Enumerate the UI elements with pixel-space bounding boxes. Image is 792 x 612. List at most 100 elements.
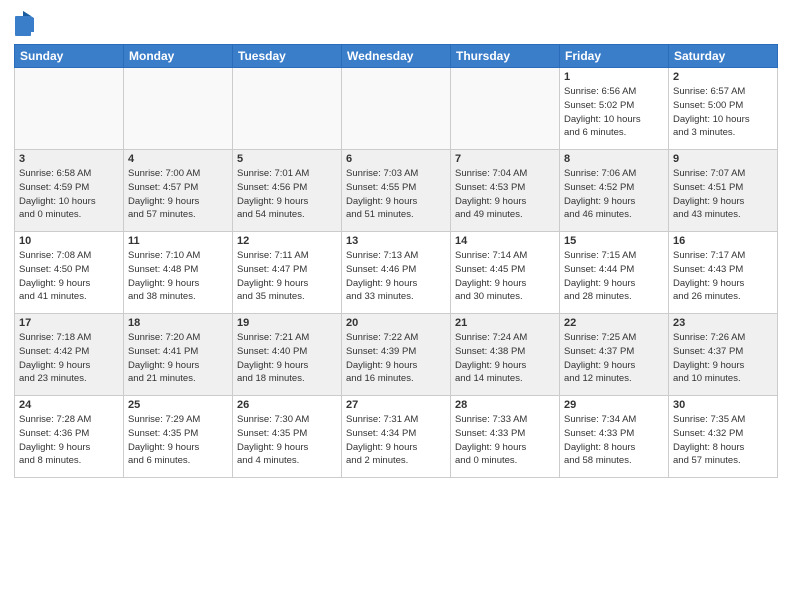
day-info: Sunrise: 7:15 AM Sunset: 4:44 PM Daylight:… [564,249,664,304]
weekday-header-friday: Friday [560,45,669,68]
day-number: 13 [346,235,446,247]
week-row-3: 10Sunrise: 7:08 AMSunset: 4:50 PMDayligh… [15,232,778,314]
day-info-line: Sunset: 4:44 PM [564,264,634,275]
day-info-line: Sunrise: 7:21 AM [237,332,309,343]
calendar-cell: 6Sunrise: 7:03 AMSunset: 4:55 PMDaylight… [342,150,451,232]
day-info-line: Sunrise: 6:57 AM [673,86,745,97]
calendar-cell: 17Sunrise: 7:18 AMSunset: 4:42 PMDayligh… [15,314,124,396]
day-info: Sunrise: 7:25 AMSunset: 4:37 PMDaylight:… [564,331,664,386]
day-info-line: and 23 minutes. [19,373,87,384]
day-info: Sunrise: 7:07 AMSunset: 4:51 PMDaylight:… [673,167,773,222]
day-number: 9 [673,153,773,165]
day-info-line: and 57 minutes. [673,455,741,466]
day-number: 4 [128,153,228,165]
day-info-line: Sunrise: 7:07 AM [673,168,745,179]
day-info: Sunrise: 7:35 AMSunset: 4:32 PMDaylight:… [673,413,773,468]
day-info-line: Daylight: 9 hours [237,278,308,289]
day-info-line: Daylight: 8 hours [673,442,744,453]
day-info: Sunrise: 7:14 AMSunset: 4:45 PMDaylight:… [455,249,555,304]
calendar-cell: 26Sunrise: 7:30 AMSunset: 4:35 PMDayligh… [233,396,342,478]
day-info-line: and 4 minutes. [237,455,299,466]
day-info-line: Sunrise: 7:17 AM [673,250,745,261]
calendar-cell [342,68,451,150]
calendar-cell: 4 Sunrise: 7:00 AM Sunset: 4:57 PM Daylight… [124,150,233,232]
day-info-line: and 46 minutes. [564,209,632,220]
day-info-line: Sunrise: 7:14 AM [455,250,527,261]
day-number: 24 [19,399,119,411]
calendar-cell: 18Sunrise: 7:20 AMSunset: 4:41 PMDayligh… [124,314,233,396]
week-row-1: 1Sunrise: 6:56 AMSunset: 5:02 PMDaylight… [15,68,778,150]
day-info-line: Daylight: 9 hours [455,278,526,289]
day-info-line: and 0 minutes. [455,455,517,466]
day-info-line: and 54 minutes. [237,209,305,220]
day-info-line: and 35 minutes. [237,291,305,302]
day-number: 25 [128,399,228,411]
calendar-cell: 14Sunrise: 7:14 AMSunset: 4:45 PMDayligh… [451,232,560,314]
day-info-line: Sunset: 4:38 PM [455,346,525,357]
calendar-cell: 30 Sunrise: 7:35 AMSunset: 4:32 PMDayligh… [669,396,778,478]
day-number: 23 [673,317,773,329]
day-info-line: Sunrise: 7:00 AM [128,168,200,179]
day-info-line: and 6 minutes. [128,455,190,466]
day-number: 6 [346,153,446,165]
calendar-cell: 7Sunrise: 7:04 AMSunset: 4:53 PMDaylight… [451,150,560,232]
day-info-line: and 2 minutes. [346,455,408,466]
day-info-line: Daylight: 9 hours [455,196,526,207]
day-info: Sunrise: 7:06 AMSunset: 4:52 PMDaylight:… [564,167,664,222]
calendar-cell [15,68,124,150]
day-info-line: Sunrise: 7:13 AM [346,250,418,261]
calendar-cell: 8Sunrise: 7:06 AMSunset: 4:52 PMDaylight… [560,150,669,232]
weekday-header-tuesday: Tuesday [233,45,342,68]
day-info-line: Daylight: 9 hours [346,360,417,371]
day-info-line: Daylight: 9 hours [564,278,635,289]
calendar-cell: 25 Sunrise: 7:29 AMSunset: 4:35 PMDayligh… [124,396,233,478]
day-info-line: Daylight: 10 hours [19,196,96,207]
day-info-line: Sunrise: 7:08 AM [19,250,91,261]
day-number: 22 [564,317,664,329]
day-info-line: Sunset: 4:41 PM [128,346,198,357]
day-info-line: Sunset: 4:48 PM [128,264,198,275]
day-number: 28 [455,399,555,411]
day-info-line: Sunrise: 7:35 AM [673,414,745,425]
day-info-line: and 8 minutes. [19,455,81,466]
day-info: Sunrise: 7:21 AM Sunset: 4:40 PM Daylight:… [237,331,337,386]
day-info-line: Sunset: 4:40 PM [237,346,307,357]
day-info-line: Daylight: 9 hours [455,360,526,371]
day-number: 7 [455,153,555,165]
day-info-line: Daylight: 9 hours [128,196,199,207]
day-info-line: Sunrise: 7:18 AM [19,332,91,343]
day-info-line: and 12 minutes. [564,373,632,384]
week-row-4: 17Sunrise: 7:18 AMSunset: 4:42 PMDayligh… [15,314,778,396]
day-info-line: Daylight: 9 hours [564,360,635,371]
day-info-line: Daylight: 9 hours [237,360,308,371]
day-info-line: Sunset: 5:02 PM [564,100,634,111]
day-info-line: Sunset: 4:39 PM [346,346,416,357]
day-number: 3 [19,153,119,165]
day-info: Sunrise: 7:26 AMSunset: 4:37 PMDaylight:… [673,331,773,386]
day-info-line: Daylight: 9 hours [455,442,526,453]
day-info-line: Sunset: 4:36 PM [19,428,89,439]
calendar-cell: 15Sunrise: 7:15 AMSunset: 4:44 PMDayligh… [560,232,669,314]
logo [14,10,40,38]
header [14,10,778,38]
day-info: Sunrise: 7:30 AMSunset: 4:35 PMDaylight:… [237,413,337,468]
day-info-line: Daylight: 9 hours [346,196,417,207]
day-info: Sunrise: 7:29 AMSunset: 4:35 PMDaylight:… [128,413,228,468]
day-info-line: Sunset: 4:34 PM [346,428,416,439]
day-info-line: Daylight: 9 hours [564,196,635,207]
day-info-line: Sunset: 4:57 PM [128,182,198,193]
day-number: 30 [673,399,773,411]
calendar-cell: 11Sunrise: 7:10 AMSunset: 4:48 PMDayligh… [124,232,233,314]
calendar-cell: 9 Sunrise: 7:07 AMSunset: 4:51 PMDaylight… [669,150,778,232]
day-info-line: Sunrise: 7:31 AM [346,414,418,425]
day-info-line: Sunset: 4:33 PM [564,428,634,439]
weekday-header-sunday: Sunday [15,45,124,68]
day-number: 19 [237,317,337,329]
day-info-line: Sunset: 4:53 PM [455,182,525,193]
day-info-line: and 16 minutes. [346,373,414,384]
day-info-line: and 43 minutes. [673,209,741,220]
day-info-line: and 0 minutes. [19,209,81,220]
calendar-cell: 20Sunrise: 7:22 AMSunset: 4:39 PMDayligh… [342,314,451,396]
day-info-line: Daylight: 9 hours [19,360,90,371]
day-info-line: Sunrise: 7:15 AM [564,250,636,261]
